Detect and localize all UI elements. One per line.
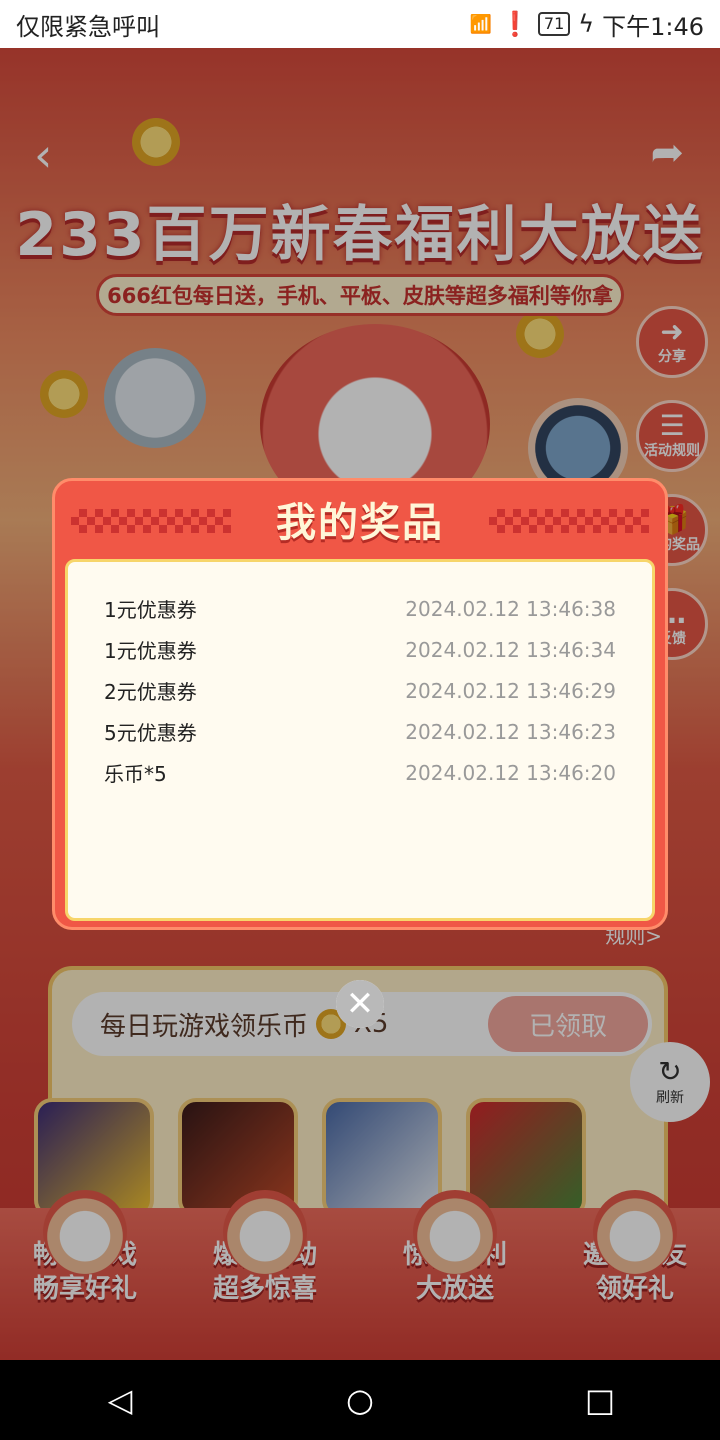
prize-time: 2024.02.12 13:46:23 xyxy=(405,719,616,744)
close-icon: ✕ xyxy=(336,980,384,1028)
prize-row: 1元优惠券 2024.02.12 13:46:34 xyxy=(104,629,616,670)
prize-name: 5元优惠券 xyxy=(104,721,197,745)
prize-row: 1元优惠券 2024.02.12 13:46:38 xyxy=(104,588,616,629)
my-prizes-modal: 我的奖品 1元优惠券 2024.02.12 13:46:38 1元优惠券 202… xyxy=(52,478,668,930)
modal-header: 我的奖品 xyxy=(55,481,665,557)
prize-row: 乐币*5 2024.02.12 13:46:20 xyxy=(104,752,616,793)
prize-time: 2024.02.12 13:46:20 xyxy=(405,760,616,785)
home-nav-icon[interactable]: ○ xyxy=(330,1381,390,1419)
prize-name: 乐币*5 xyxy=(104,762,167,786)
prize-list: 1元优惠券 2024.02.12 13:46:38 1元优惠券 2024.02.… xyxy=(65,559,655,921)
battery-icon: 71 xyxy=(537,12,571,36)
prize-name: 1元优惠券 xyxy=(104,598,197,622)
charging-icon: ϟ xyxy=(578,10,595,38)
recents-nav-icon[interactable]: □ xyxy=(570,1381,630,1419)
status-bar: 仅限紧急呼叫 📶 ❗ 71 ϟ 下午1:46 xyxy=(0,0,720,48)
checker-decoration xyxy=(71,509,231,533)
wifi-icon: 📶 xyxy=(469,13,492,35)
prize-row: 2元优惠券 2024.02.12 13:46:29 xyxy=(104,670,616,711)
prize-time: 2024.02.12 13:46:34 xyxy=(405,637,616,662)
close-modal-button[interactable]: ✕ xyxy=(336,980,384,1028)
prize-row: 5元优惠券 2024.02.12 13:46:23 xyxy=(104,711,616,752)
alert-icon: ❗ xyxy=(500,10,530,38)
status-icons: 📶 ❗ 71 ϟ 下午1:46 xyxy=(470,7,704,42)
prize-name: 1元优惠券 xyxy=(104,639,197,663)
prize-name: 2元优惠券 xyxy=(104,680,197,704)
system-nav-bar: ◁ ○ □ xyxy=(0,1360,720,1440)
status-left-text: 仅限紧急呼叫 xyxy=(16,12,160,41)
prize-time: 2024.02.12 13:46:29 xyxy=(405,678,616,703)
prize-time: 2024.02.12 13:46:38 xyxy=(405,596,616,621)
modal-title: 我的奖品 xyxy=(276,500,444,546)
checker-decoration xyxy=(489,509,649,533)
back-nav-icon[interactable]: ◁ xyxy=(90,1381,150,1419)
status-time: 下午1:46 xyxy=(602,12,704,41)
